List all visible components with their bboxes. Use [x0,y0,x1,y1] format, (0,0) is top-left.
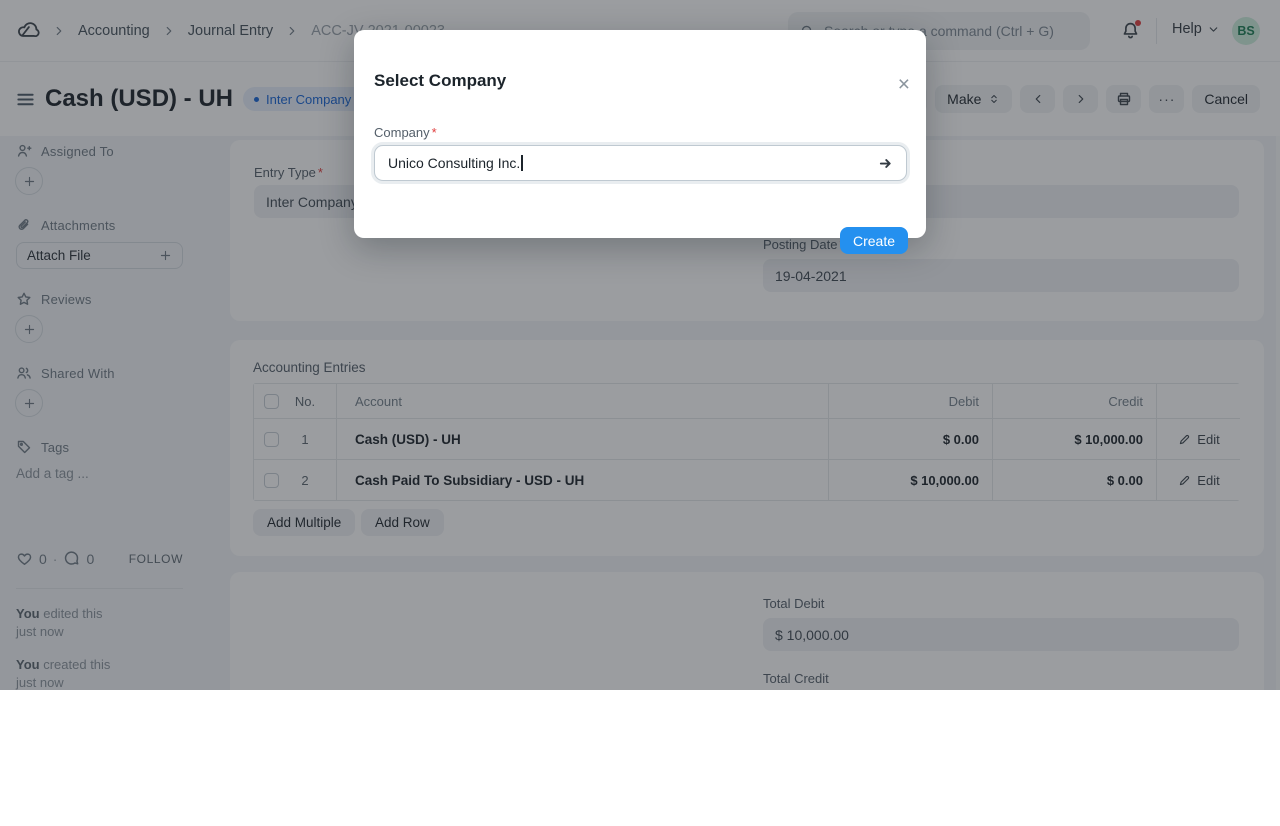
company-input[interactable]: Unico Consulting Inc. [374,145,907,181]
close-icon[interactable]: × [898,74,910,95]
text-cursor [521,155,523,171]
required-marker: * [432,125,437,140]
select-company-modal: Select Company × Company* Unico Consulti… [354,30,926,238]
company-label: Company* [374,125,437,140]
modal-title: Select Company [374,71,506,91]
create-button[interactable]: Create [840,227,908,254]
arrow-right-icon [878,156,893,171]
company-input-value: Unico Consulting Inc. [388,155,520,171]
